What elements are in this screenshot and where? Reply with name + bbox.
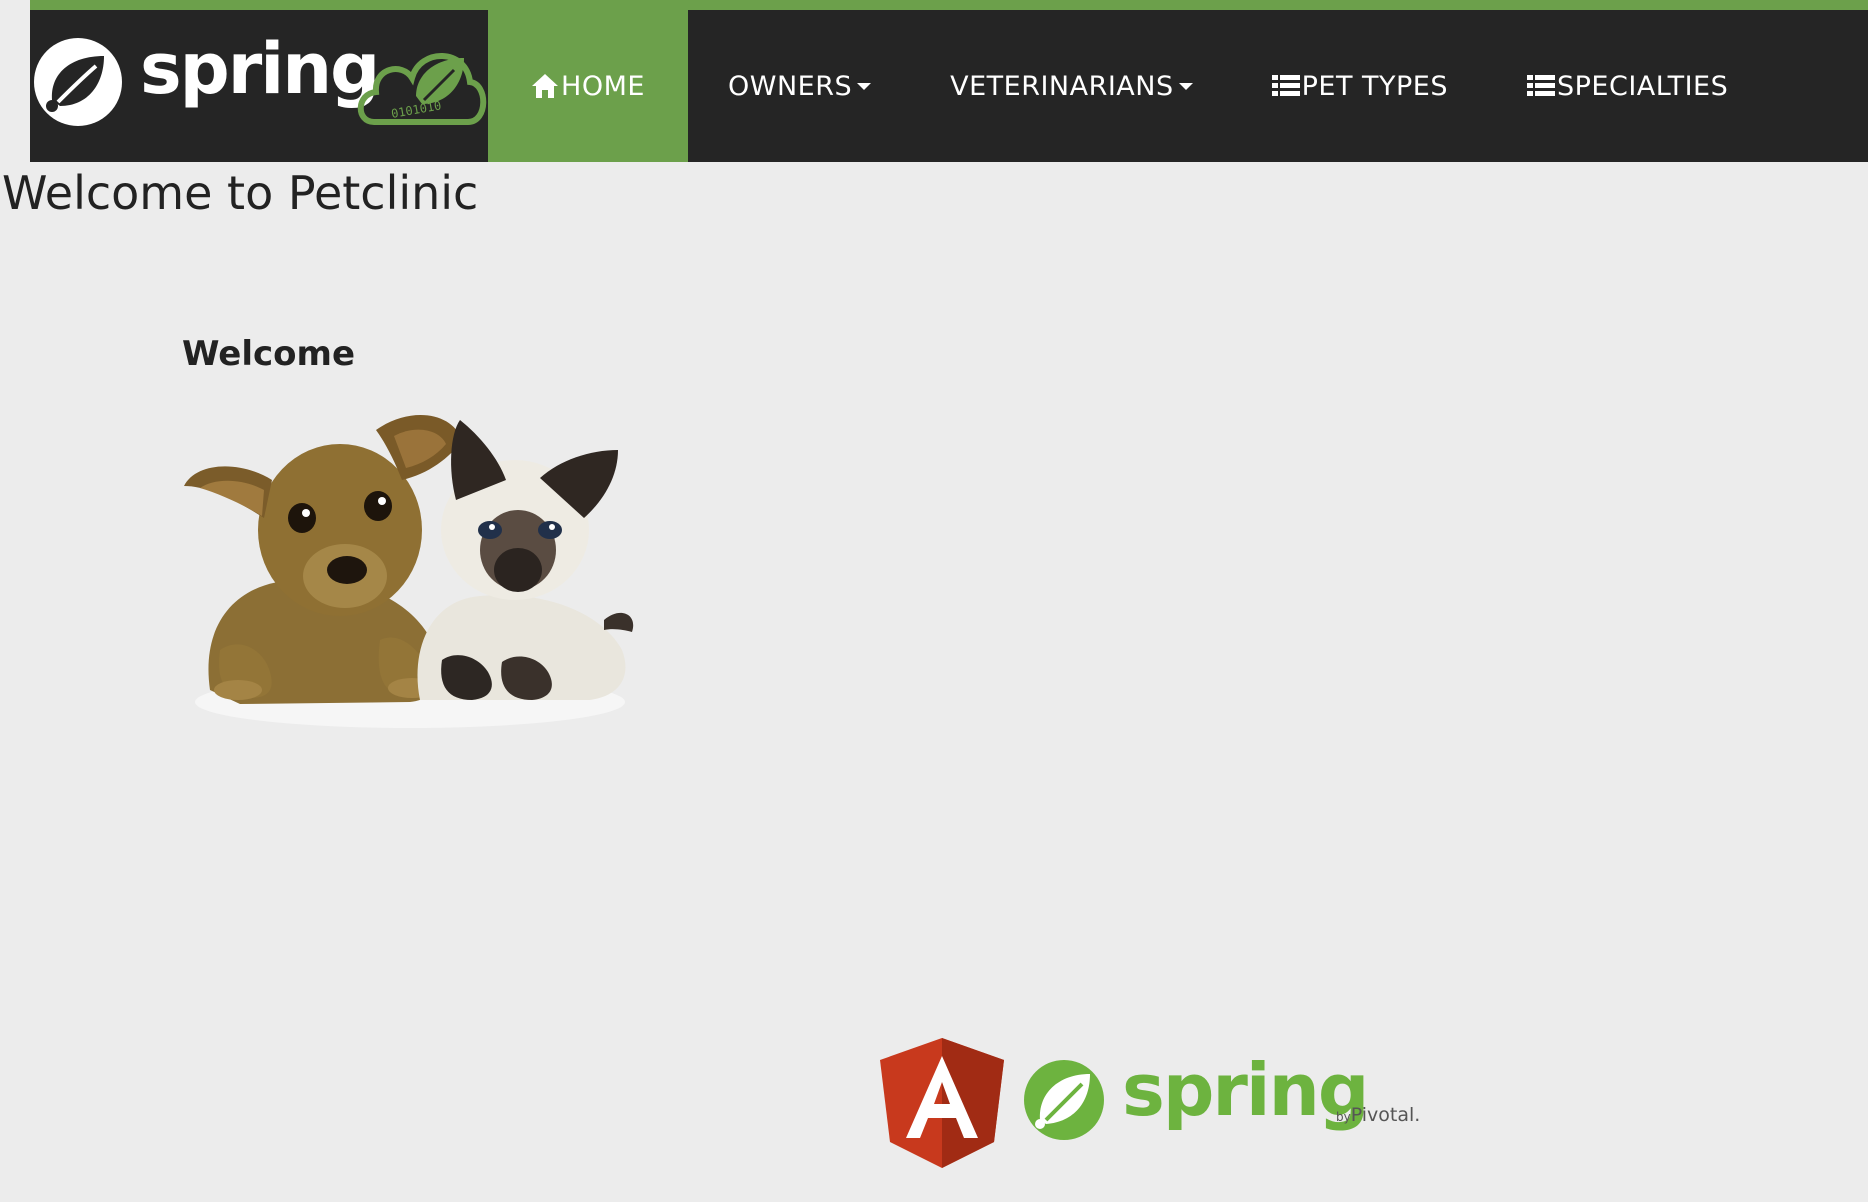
- nav-menu: HOME OWNERS VETERINARIANS PET TYPES SPEC…: [488, 10, 1728, 162]
- brand-wordmark: spring: [140, 28, 380, 110]
- pivotal-by: by: [1336, 1110, 1351, 1124]
- cloud-binary-digits: 0101010: [390, 98, 442, 121]
- nav-home-link[interactable]: HOME: [488, 10, 688, 162]
- pivotal-name: Pivotal.: [1350, 1104, 1421, 1126]
- footer-logos: spring byPivotal.: [880, 1038, 1420, 1168]
- spring-leaf-icon: [1024, 1060, 1104, 1140]
- pivotal-wordmark: byPivotal.: [1336, 1104, 1420, 1126]
- nav-pet-types-link[interactable]: PET TYPES: [1271, 10, 1449, 162]
- nav-specialties-link[interactable]: SPECIALTIES: [1527, 10, 1728, 162]
- section-title: Welcome: [182, 334, 356, 374]
- spring-brand-logo[interactable]: spring 0101010: [30, 10, 488, 162]
- nav-home-label: HOME: [561, 70, 645, 102]
- nav-owners-dropdown[interactable]: OWNERS: [728, 10, 872, 162]
- nav-veterinarians-dropdown[interactable]: VETERINARIANS: [950, 10, 1193, 162]
- spring-cloud-icon: 0101010: [357, 53, 487, 125]
- spring-leaf-icon: [34, 38, 122, 126]
- list-icon: [1527, 75, 1556, 96]
- petclinic-page: spring 0101010 HOME OWNERS VETERINARIANS: [0, 0, 1868, 1202]
- home-icon: [532, 74, 559, 98]
- angular-logo-icon: [880, 1038, 1004, 1168]
- nav-pet-types-label: PET TYPES: [1301, 70, 1449, 102]
- chevron-down-icon: [1178, 82, 1193, 90]
- nav-owners-label: OWNERS: [728, 70, 853, 102]
- top-navbar: spring 0101010 HOME OWNERS VETERINARIANS: [30, 0, 1868, 162]
- spring-wordmark: spring: [1122, 1048, 1369, 1132]
- page-title: Welcome to Petclinic: [2, 166, 479, 220]
- nav-veterinarians-label: VETERINARIANS: [950, 70, 1174, 102]
- chevron-down-icon: [857, 82, 872, 90]
- list-icon: [1271, 75, 1300, 96]
- pets-image: [184, 415, 634, 728]
- nav-specialties-label: SPECIALTIES: [1557, 70, 1729, 102]
